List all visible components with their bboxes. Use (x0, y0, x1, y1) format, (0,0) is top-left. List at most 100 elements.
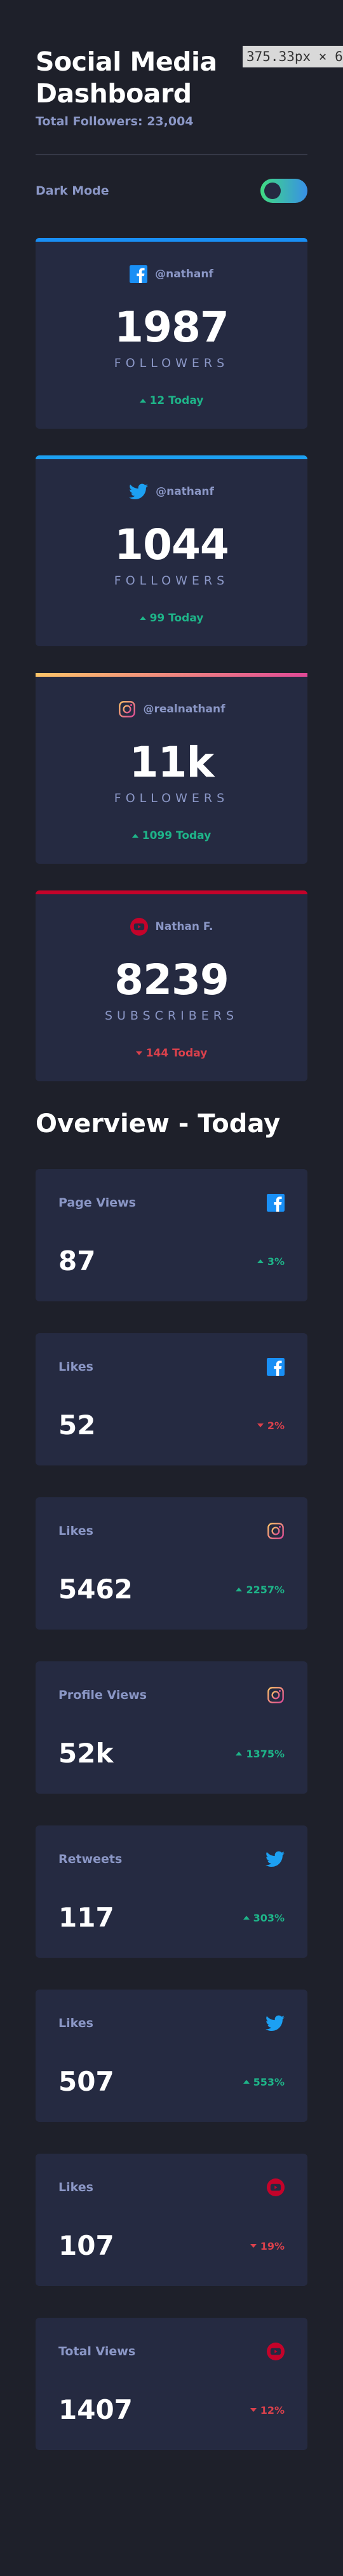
overview-value: 107 (58, 2230, 114, 2261)
overview-card-body: 5462 2257% (58, 1575, 285, 1604)
card-handle-row: Nathan F. (36, 917, 307, 936)
overview-card-body: 52k 1375% (58, 1739, 285, 1768)
overview-label: Likes (58, 1524, 93, 1538)
dimension-badge: 375.33px × 602p (243, 46, 343, 67)
arrow-down-icon (250, 2244, 257, 2248)
overview-change: 553% (243, 2076, 285, 2088)
overview-card-body: 107 19% (58, 2231, 285, 2261)
instagram-icon (267, 1522, 285, 1540)
overview-card[interactable]: Total Views 1407 12% (36, 2318, 307, 2450)
follower-count: 11k (129, 738, 215, 787)
overview-card-header: Likes (58, 1520, 285, 1542)
today-change: 12 Today (36, 394, 307, 407)
handle: @realnathanf (143, 703, 225, 716)
follower-card-instagram[interactable]: @realnathanf 11k FOLLOWERS 1099 Today (36, 673, 307, 864)
follower-card-youtube[interactable]: Nathan F. 8239 SUBSCRIBERS 144 Today (36, 890, 307, 1081)
overview-card[interactable]: Retweets 117 303% (36, 1825, 307, 1958)
overview-label: Retweets (58, 1852, 123, 1866)
overview-change: 3% (257, 1256, 285, 1268)
follower-unit: FOLLOWERS (114, 356, 229, 370)
overview-card[interactable]: Likes 107 19% (36, 2154, 307, 2286)
follower-cards: @nathanf 1987 FOLLOWERS 12 Today @nathan… (36, 238, 307, 1081)
handle: Nathan F. (155, 920, 213, 933)
overview-value: 87 (58, 1245, 96, 1277)
twitter-icon (266, 2015, 285, 2032)
overview-change: 2% (257, 1420, 285, 1432)
follower-unit: SUBSCRIBERS (104, 1009, 239, 1023)
follower-count: 8239 (114, 955, 229, 1004)
page-title: Social Media Dashboard (36, 46, 217, 109)
overview-card-header: Page Views (58, 1192, 285, 1214)
arrow-up-icon (236, 1752, 243, 1755)
overview-value: 1407 (58, 2394, 133, 2425)
arrow-up-icon (131, 834, 138, 838)
follower-card-twitter[interactable]: @nathanf 1044 FOLLOWERS 99 Today (36, 455, 307, 646)
youtube-icon (130, 918, 148, 936)
today-change: 144 Today (36, 1047, 307, 1060)
overview-change-text: 1375% (246, 1747, 285, 1760)
overview-label: Likes (58, 2016, 93, 2030)
overview-card-header: Retweets (58, 1848, 285, 1870)
overview-label: Profile Views (58, 1688, 147, 1702)
follower-card-facebook[interactable]: @nathanf 1987 FOLLOWERS 12 Today (36, 238, 307, 429)
overview-change: 19% (250, 2240, 285, 2252)
overview-label: Page Views (58, 1196, 136, 1210)
overview-card[interactable]: Likes 5462 2257% (36, 1497, 307, 1630)
instagram-icon (267, 1686, 285, 1704)
overview-card-header: Likes (58, 2012, 285, 2034)
facebook-icon (130, 265, 148, 283)
arrow-up-icon (139, 399, 146, 403)
overview-change-text: 2257% (246, 1583, 285, 1596)
overview-change-text: 19% (260, 2240, 285, 2252)
overview-card-body: 52 2% (58, 1411, 285, 1440)
arrow-down-icon (135, 1051, 142, 1055)
follower-unit: FOLLOWERS (114, 791, 229, 805)
overview-change: 303% (243, 1912, 285, 1924)
dark-mode-row: Dark Mode (36, 179, 307, 203)
facebook-icon (267, 1358, 285, 1376)
twitter-icon (266, 1851, 285, 1867)
overview-change-text: 12% (260, 2404, 285, 2416)
today-change: 1099 Today (36, 829, 307, 842)
card-handle-row: @realnathanf (36, 700, 307, 719)
overview-value: 507 (58, 2066, 114, 2097)
overview-card[interactable]: Page Views 87 3% (36, 1169, 307, 1301)
card-handle-row: @nathanf (36, 482, 307, 501)
dark-mode-label: Dark Mode (36, 184, 109, 198)
overview-card[interactable]: Likes 52 2% (36, 1333, 307, 1465)
card-handle-row: @nathanf (36, 265, 307, 284)
facebook-icon (267, 1194, 285, 1212)
dark-mode-toggle[interactable] (260, 179, 307, 203)
overview-change-text: 3% (267, 1255, 285, 1268)
twitter-icon (129, 483, 149, 500)
overview-label: Likes (58, 1360, 93, 1374)
handle: @nathanf (156, 485, 214, 498)
overview-change: 12% (250, 2404, 285, 2416)
arrow-up-icon (243, 2080, 250, 2084)
overview-card-header: Total Views (58, 2341, 285, 2362)
overview-card[interactable]: Profile Views 52k 1375% (36, 1661, 307, 1794)
overview-card-body: 117 303% (58, 1903, 285, 1932)
overview-card[interactable]: Likes 507 553% (36, 1990, 307, 2122)
overview-value: 5462 (58, 1574, 133, 1605)
dashboard: Social Media Dashboard Total Followers: … (0, 46, 343, 2450)
overview-change: 2257% (236, 1584, 285, 1596)
total-followers: Total Followers: 23,004 (36, 114, 194, 128)
follower-unit: FOLLOWERS (114, 574, 229, 588)
arrow-up-icon (243, 1916, 250, 1920)
follower-count: 1044 (114, 520, 229, 569)
overview-change-text: 303% (253, 1911, 285, 1924)
youtube-icon (267, 2178, 285, 2196)
overview-value: 117 (58, 1902, 114, 1933)
overview-label: Total Views (58, 2344, 136, 2358)
overview-cards: Page Views 87 3% Likes 52 2% Likes 5462 2257% Pro… (36, 1169, 307, 2450)
arrow-up-icon (236, 1588, 243, 1591)
arrow-up-icon (257, 1259, 264, 1263)
overview-card-body: 507 553% (58, 2067, 285, 2096)
overview-title: Overview - Today (36, 1109, 281, 1139)
overview-value: 52 (58, 1409, 96, 1441)
today-change: 99 Today (36, 612, 307, 625)
follower-count: 1987 (114, 303, 229, 352)
arrow-down-icon (250, 2408, 257, 2412)
overview-change-text: 2% (267, 1419, 285, 1432)
